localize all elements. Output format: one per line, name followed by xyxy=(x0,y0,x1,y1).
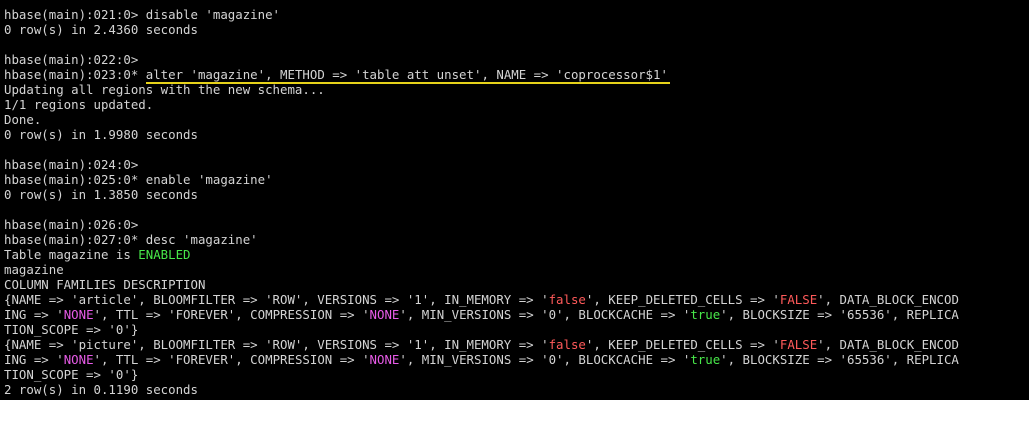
terminal-text: ENABLED xyxy=(138,247,191,262)
terminal-line: 0 row(s) in 2.4360 seconds xyxy=(4,22,959,37)
terminal-text: NONE xyxy=(369,352,400,367)
terminal-text: TION_SCOPE => '0'} xyxy=(4,322,139,337)
terminal-line: 2 row(s) in 0.1190 seconds xyxy=(4,382,959,397)
terminal-line: hbase(main):024:0> xyxy=(4,157,959,172)
terminal-text: Done. xyxy=(4,112,42,127)
terminal-window[interactable]: hbase(main):021:0> disable 'magazine' 0 r… xyxy=(0,0,1029,400)
terminal-text: {NAME => 'picture', BLOOMFILTER => 'ROW'… xyxy=(4,337,549,352)
terminal-text: magazine xyxy=(4,262,64,277)
terminal-line: ING => 'NONE', TTL => 'FOREVER', COMPRES… xyxy=(4,352,959,367)
terminal-text: hbase(main):022:0> xyxy=(4,52,139,67)
terminal-text: ', DATA_BLOCK_ENCOD xyxy=(817,292,959,307)
terminal-line: hbase(main):023:0* alter 'magazine', MET… xyxy=(4,67,959,84)
terminal-text: false xyxy=(548,337,586,352)
terminal-text: 1/1 regions updated. xyxy=(4,97,154,112)
terminal-text: NONE xyxy=(63,352,94,367)
terminal-text: hbase(main):025:0* enable 'magazine' xyxy=(4,172,273,187)
terminal-text: hbase(main):021:0> disable 'magazine' xyxy=(4,7,281,22)
terminal-text: hbase(main):026:0> xyxy=(4,217,139,232)
terminal-text: ', KEEP_DELETED_CELLS => ' xyxy=(585,292,780,307)
terminal-text: FALSE xyxy=(779,337,818,352)
terminal-line: hbase(main):026:0> xyxy=(4,217,959,232)
terminal-text: {NAME => 'article', BLOOMFILTER => 'ROW'… xyxy=(4,292,549,307)
terminal-text: ', TTL => 'FOREVER', COMPRESSION => ' xyxy=(93,307,370,322)
highlighted-command: alter 'magazine', METHOD => 'table att u… xyxy=(145,67,670,84)
terminal-text: ', DATA_BLOCK_ENCOD xyxy=(817,337,959,352)
terminal-text: false xyxy=(548,292,586,307)
terminal-text: ING => ' xyxy=(4,307,64,322)
terminal-line: 0 row(s) in 1.9980 seconds xyxy=(4,127,959,142)
terminal-text: hbase(main):024:0> xyxy=(4,157,139,172)
highlighted-command-text: alter 'magazine', METHOD => 'table att u… xyxy=(145,67,668,82)
terminal-line: COLUMN FAMILIES DESCRIPTION xyxy=(4,277,959,292)
yellow-underline-annotation xyxy=(145,82,670,84)
terminal-line: ING => 'NONE', TTL => 'FOREVER', COMPRES… xyxy=(4,307,959,322)
terminal-text: true xyxy=(690,352,721,367)
terminal-line: TION_SCOPE => '0'} xyxy=(4,322,959,337)
terminal-line: {NAME => 'picture', BLOOMFILTER => 'ROW'… xyxy=(4,337,959,352)
terminal-line: TION_SCOPE => '0'} xyxy=(4,367,959,382)
terminal-text: ING => ' xyxy=(4,352,64,367)
terminal-text: hbase(main):027:0* desc 'magazine' xyxy=(4,232,258,247)
terminal-text: NONE xyxy=(63,307,94,322)
terminal-text: hbase(main):023:0* xyxy=(4,67,146,82)
terminal-line: 0 row(s) in 1.3850 seconds xyxy=(4,187,959,202)
terminal-text: ', TTL => 'FOREVER', COMPRESSION => ' xyxy=(93,352,370,367)
terminal-text: FALSE xyxy=(779,292,818,307)
terminal-text: ', BLOCKSIZE => '65536', REPLICA xyxy=(720,352,959,367)
terminal-text: ', MIN_VERSIONS => '0', BLOCKCACHE => ' xyxy=(399,307,691,322)
terminal-text: 2 row(s) in 0.1190 seconds xyxy=(4,382,198,397)
terminal-line: magazine xyxy=(4,262,959,277)
terminal-line: hbase(main):027:0* desc 'magazine' xyxy=(4,232,959,247)
terminal-line: Table magazine is ENABLED xyxy=(4,247,959,262)
terminal-line: {NAME => 'article', BLOOMFILTER => 'ROW'… xyxy=(4,292,959,307)
terminal-line: 1/1 regions updated. xyxy=(4,97,959,112)
terminal-line: hbase(main):025:0* enable 'magazine' xyxy=(4,172,959,187)
terminal-text: 0 row(s) in 2.4360 seconds xyxy=(4,22,198,37)
terminal-text: Updating all regions with the new schema… xyxy=(4,82,325,97)
terminal-line: Done. xyxy=(4,112,959,127)
terminal-text: ', MIN_VERSIONS => '0', BLOCKCACHE => ' xyxy=(399,352,691,367)
terminal-scrollbar[interactable] xyxy=(1029,0,1036,400)
terminal-line: hbase(main):022:0> xyxy=(4,52,959,67)
terminal-output: hbase(main):021:0> disable 'magazine' 0 r… xyxy=(4,7,959,397)
terminal-text: COLUMN FAMILIES DESCRIPTION xyxy=(4,277,206,292)
terminal-text: true xyxy=(690,307,721,322)
terminal-text: ', BLOCKSIZE => '65536', REPLICA xyxy=(720,307,959,322)
terminal-line: hbase(main):021:0> disable 'magazine' xyxy=(4,7,959,22)
terminal-text: TION_SCOPE => '0'} xyxy=(4,367,139,382)
terminal-text: 0 row(s) in 1.9980 seconds xyxy=(4,127,198,142)
terminal-text: NONE xyxy=(369,307,400,322)
terminal-text: Table magazine is xyxy=(4,247,139,262)
terminal-text: 0 row(s) in 1.3850 seconds xyxy=(4,187,198,202)
terminal-line: Updating all regions with the new schema… xyxy=(4,82,959,97)
terminal-text: ', KEEP_DELETED_CELLS => ' xyxy=(585,337,780,352)
